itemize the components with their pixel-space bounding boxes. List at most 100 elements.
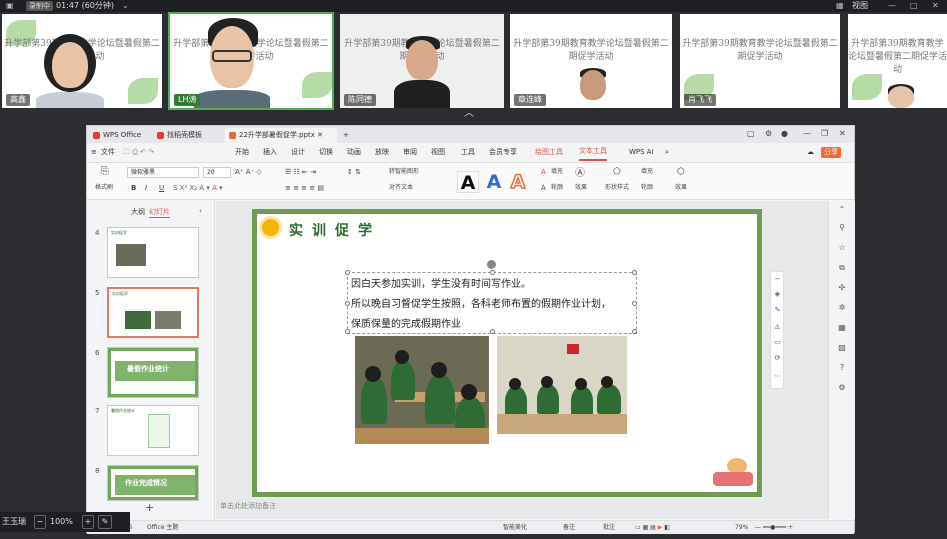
tab-templates[interactable]: 找稻壳模板 (153, 128, 223, 143)
notes-button[interactable]: 备注 (563, 521, 575, 534)
restore-icon[interactable]: ❐ (821, 129, 828, 138)
text-outline-button[interactable]: 轮廓 (551, 183, 563, 193)
menu-home[interactable]: 开始 (235, 144, 249, 161)
table-icon[interactable]: ▦ (837, 323, 847, 333)
slide-thumbnail[interactable]: 实训促学 (107, 227, 199, 278)
text-fill-button[interactable]: 填充 (551, 167, 563, 177)
slide-thumbnail[interactable]: 暑假作业统计 (107, 405, 199, 456)
video-tile[interactable]: 升学部第39期教育教学论坛暨暑假第二期促学活动 陈同德 (340, 14, 504, 108)
text-effects-button[interactable]: 效果 (575, 183, 587, 193)
menu-insert[interactable]: 插入 (263, 144, 277, 161)
layers-icon[interactable]: ◈ (773, 290, 782, 299)
beautify-button[interactable]: 智能美化 (503, 521, 527, 534)
line-spacing-icon[interactable]: ↕ ⇅ (347, 167, 361, 177)
menu-design[interactable]: 设计 (291, 144, 305, 161)
align-icons[interactable]: ≡ ≡ ≡ ≡ ▤ (285, 183, 324, 193)
resize-handle[interactable] (345, 329, 350, 334)
font-select[interactable]: 微软雅黑 (127, 167, 199, 178)
menu-tools[interactable]: 工具 (461, 144, 475, 161)
text-style-black[interactable]: A (457, 171, 479, 194)
video-tile[interactable]: 升学部第39期教育教学论坛暨暑假第二期促学活动 章连峰 (510, 14, 672, 108)
star-icon[interactable]: ☆ (837, 243, 847, 253)
more-icon[interactable]: ⋯ (773, 372, 782, 381)
annotate-pen-icon[interactable]: ✎ (98, 515, 112, 529)
help-icon[interactable]: ? (837, 363, 847, 373)
text-effects-icons[interactable]: S X² X₂ A ▾ A ▾ (173, 183, 223, 193)
rotate-handle-icon[interactable] (487, 260, 496, 269)
shape-styles-button[interactable]: 形状样式 (605, 183, 629, 193)
resize-handle[interactable] (490, 270, 495, 275)
animation-icon[interactable]: ⟳ (773, 354, 782, 363)
font-grow-icon[interactable]: A⁺ A⁻ ◇ (235, 167, 262, 177)
slide-thumbnail-selected[interactable]: 实训促学 (107, 287, 199, 338)
resize-handle[interactable] (632, 329, 637, 334)
copy-icon[interactable]: ⧉ (837, 263, 847, 273)
view-label[interactable]: 视图 (852, 0, 868, 12)
format-painter-label[interactable]: 格式刷 (95, 183, 113, 193)
tab-outline[interactable]: 大纲 (131, 207, 145, 217)
share-button[interactable]: 分享 (821, 147, 841, 158)
menu-icon[interactable]: ≡ (91, 144, 97, 161)
text-effects-icon[interactable]: Ⓐ (575, 169, 585, 179)
zoom-out-button[interactable]: − (34, 515, 46, 529)
font-size-select[interactable]: 20 (203, 167, 231, 178)
chevron-down-icon[interactable]: ⌄ (122, 0, 129, 12)
close-icon[interactable]: ✕ (932, 0, 939, 12)
close-icon[interactable]: ✕ (839, 129, 846, 138)
fill-icon[interactable]: ◬ (773, 322, 782, 331)
transform-icon[interactable]: ✣ (837, 283, 847, 293)
maximize-icon[interactable]: □ (910, 0, 918, 12)
zoom-in-button[interactable]: + (82, 515, 94, 529)
grid-view-icon[interactable]: ▦ (836, 0, 844, 12)
new-tab-button[interactable]: + (339, 128, 355, 143)
italic-button[interactable]: I (145, 183, 147, 193)
shape-effects-icon[interactable]: ⬡ (677, 167, 685, 177)
video-tile[interactable]: 升学部第39期教育教学论坛暨暑假第二期促学活动 高鑫 (2, 14, 162, 108)
menu-view[interactable]: 视图 (431, 144, 445, 161)
add-slide-button[interactable]: + (145, 501, 154, 514)
menu-slideshow[interactable]: 放映 (375, 144, 389, 161)
shape-fill-button[interactable]: 填充 (641, 167, 653, 177)
menu-member[interactable]: 会员专享 (489, 144, 517, 161)
window-icon[interactable]: ▢ (747, 129, 755, 138)
menu-drawing-tools[interactable]: 绘图工具 (535, 144, 563, 161)
tab-slides[interactable]: 幻灯片 (149, 207, 170, 218)
convert-smartart-button[interactable]: 转智能图形 (389, 167, 419, 177)
slide-thumbnail[interactable]: 作业完成情况 (107, 465, 199, 501)
collapse-icon[interactable]: ⌃ (837, 205, 847, 215)
resize-handle[interactable] (632, 270, 637, 275)
shape-style-icon[interactable]: ⬠ (613, 167, 621, 177)
menu-transition[interactable]: 切换 (319, 144, 333, 161)
tab-document[interactable]: 22升学部暑假促学.pptx ✕ (225, 128, 337, 143)
view-mode-icons[interactable]: ▭ ▦ ▤ ▶ ◧ (635, 521, 670, 534)
avatar[interactable]: ● (781, 129, 788, 138)
shape-outline-button[interactable]: 轮廓 (641, 183, 653, 193)
properties-icon[interactable]: ⚲ (837, 223, 847, 233)
search-icon[interactable]: ⌕ (665, 144, 669, 161)
settings-icon[interactable]: ⚙ (765, 129, 772, 138)
tab-wps-office[interactable]: WPS Office (89, 128, 151, 143)
quick-access-icons[interactable]: 🗀 ⎙ ↶ ↷ (123, 144, 154, 161)
menu-animation[interactable]: 动画 (347, 144, 361, 161)
pen-icon[interactable]: ✎ (773, 306, 782, 315)
menu-review[interactable]: 审阅 (403, 144, 417, 161)
menu-file[interactable]: 文件 (101, 144, 115, 161)
collapse-strip-icon[interactable]: ︿ (462, 109, 476, 119)
minimize-icon[interactable]: — (888, 0, 896, 12)
frame-icon[interactable]: ▭ (773, 338, 782, 347)
slide-thumbnail[interactable]: 暑假作业统计 (107, 347, 199, 398)
resize-handle[interactable] (490, 329, 495, 334)
text-style-blue[interactable]: A (483, 171, 505, 193)
resize-handle[interactable] (345, 270, 350, 275)
text-outline-icon[interactable]: A (541, 183, 546, 193)
align-text-button[interactable]: 对齐文本 (389, 183, 413, 193)
resize-handle[interactable] (345, 301, 350, 306)
video-tile-active[interactable]: 升学部第39期教育教学论坛暨暑假第二期促学活动 LH涛 (168, 12, 334, 110)
shape-effects-button[interactable]: 效果 (675, 183, 687, 193)
collapse-panel-icon[interactable]: ‹ (199, 207, 202, 215)
cloud-icon[interactable]: ☁ (807, 144, 814, 161)
video-tile[interactable]: 升学部第39期教育教学论坛暨暑假第二期促学活动 (848, 14, 947, 108)
menu-wps-ai[interactable]: WPS AI (629, 144, 654, 161)
format-painter-icon[interactable]: ⎘ (101, 167, 109, 177)
video-tile[interactable]: 升学部第39期教育教学论坛暨暑假第二期促学活动 肖飞飞 (680, 14, 840, 108)
